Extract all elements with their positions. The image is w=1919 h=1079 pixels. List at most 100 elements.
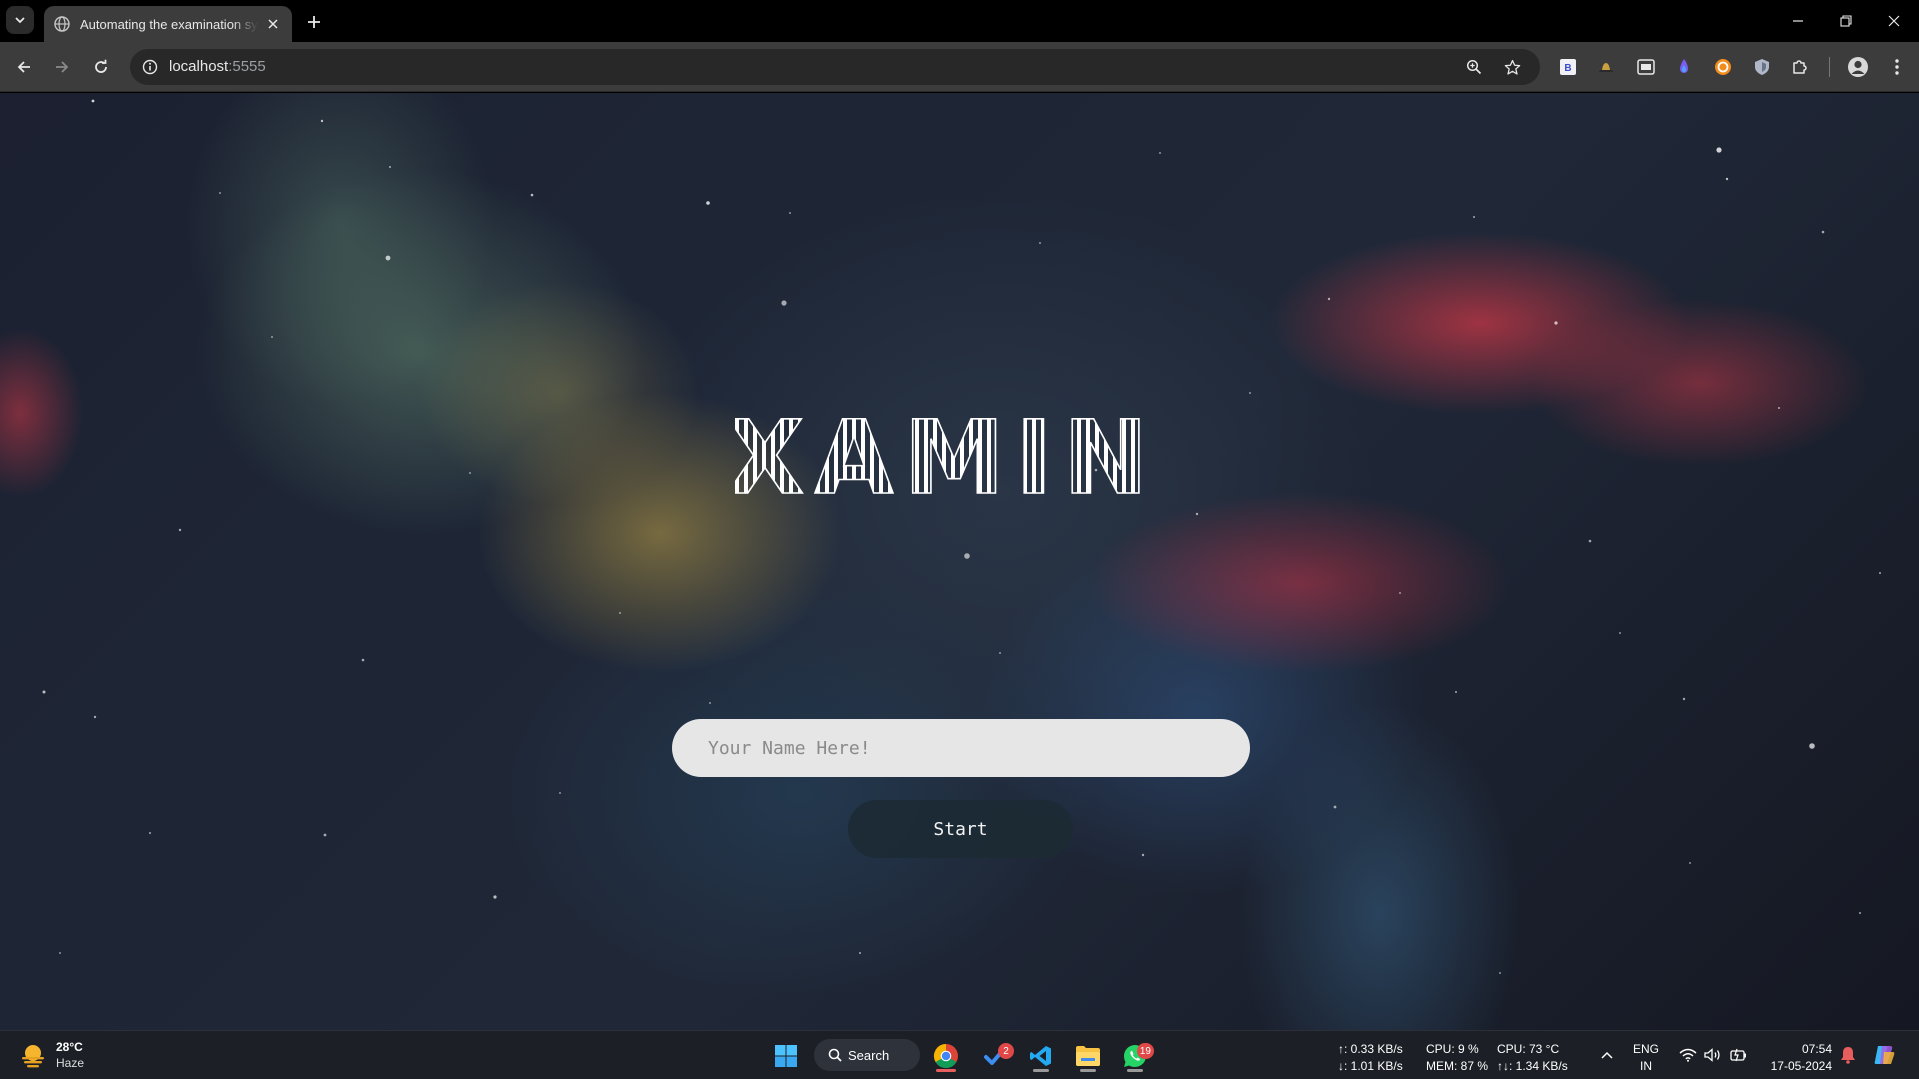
restore-icon [1840, 15, 1852, 27]
sun-haze-icon [22, 1045, 44, 1068]
weather-condition: Haze [56, 1056, 85, 1070]
browser-tab-active[interactable]: Automating the examination sy [44, 6, 292, 42]
memory-usage: MEM: 87 % [1426, 1059, 1489, 1073]
taskbar-search[interactable]: Search [814, 1039, 920, 1071]
copilot-icon [1874, 1046, 1895, 1064]
flame-icon [1680, 59, 1688, 73]
extension-b-button[interactable]: B [1556, 55, 1580, 79]
battery-charging-icon [1730, 1048, 1746, 1062]
weather-widget[interactable]: 28°C Haze [18, 1039, 84, 1071]
shield-icon [1755, 59, 1769, 75]
address-bar[interactable]: localhost:5555 [130, 49, 1540, 85]
toolbar-divider [1829, 57, 1830, 77]
taskbar-whatsapp[interactable]: 19 [1118, 1039, 1154, 1073]
speaker-icon [1704, 1048, 1720, 1062]
search-label: Search [848, 1047, 890, 1063]
restore-button[interactable] [1822, 0, 1870, 42]
url-port: :5555 [228, 58, 266, 75]
clock-date: 17-05-2024 [1770, 1059, 1832, 1073]
copilot-button[interactable] [1872, 1043, 1896, 1067]
notifications-button[interactable] [1836, 1043, 1860, 1067]
zoom-icon [1466, 59, 1482, 75]
running-indicator [1033, 1069, 1049, 1072]
active-indicator [936, 1069, 956, 1072]
extension-window-button[interactable] [1634, 55, 1658, 79]
extensions-button[interactable] [1788, 55, 1812, 79]
search-icon [828, 1048, 842, 1062]
orange-circle-icon [1715, 59, 1731, 75]
name-input[interactable] [672, 719, 1250, 777]
taskbar-chrome[interactable] [929, 1039, 963, 1073]
windows-logo-icon [775, 1045, 797, 1067]
zoom-button[interactable] [1462, 55, 1486, 79]
extension-b-icon: B [1560, 59, 1576, 75]
site-info-button[interactable] [138, 55, 162, 79]
bookmark-button[interactable] [1500, 55, 1524, 79]
weather-temperature: 28°C [56, 1040, 83, 1054]
wifi-status[interactable] [1676, 1043, 1700, 1067]
network-download: ↓: 1.01 KB/s [1338, 1059, 1403, 1073]
url-host: localhost [169, 58, 229, 75]
notification-badge: 19 [1136, 1043, 1154, 1059]
system-temp-widget: CPU: 73 °C ↑↓: 1.34 KB/s [1497, 1041, 1568, 1075]
plus-icon [308, 16, 320, 28]
network-speed-widget: ↑: 0.33 KB/s ↓: 1.01 KB/s [1338, 1041, 1403, 1075]
wifi-icon [1679, 1048, 1697, 1062]
running-indicator [1080, 1069, 1096, 1072]
chevron-down-icon [15, 17, 25, 24]
network-total: ↑↓: 1.34 KB/s [1497, 1059, 1568, 1073]
vscode-icon [1030, 1046, 1051, 1066]
minimize-button[interactable] [1774, 0, 1822, 42]
taskbar-vscode[interactable] [1024, 1039, 1058, 1073]
taskbar-file-explorer[interactable] [1071, 1039, 1105, 1073]
url-text: localhost:5555 [169, 58, 266, 75]
language-code: ENG [1633, 1042, 1660, 1056]
minimize-icon [1793, 20, 1803, 22]
starfield-background [42, 99, 1882, 974]
cpu-usage: CPU: 9 % [1426, 1042, 1479, 1056]
clock-widget[interactable]: 07:54 17-05-2024 [1762, 1041, 1832, 1075]
hat-icon [1599, 63, 1613, 72]
back-button[interactable] [10, 53, 38, 81]
tab-close-button[interactable] [264, 15, 282, 33]
start-button[interactable]: Start [848, 800, 1073, 858]
xamin-logo: XAMIN XAMIN [735, 413, 1150, 498]
taskbar-todo[interactable]: 2 [978, 1039, 1014, 1073]
notification-badge: 2 [998, 1043, 1014, 1059]
input-language-button[interactable]: ENG IN [1633, 1041, 1659, 1075]
arrow-right-icon [56, 61, 69, 73]
close-icon [268, 19, 278, 29]
start-menu-button[interactable] [769, 1039, 803, 1073]
clock-time: 07:54 [1801, 1042, 1832, 1056]
close-window-button[interactable] [1870, 0, 1918, 42]
browser-tab-strip: Automating the examination sy [0, 0, 1919, 42]
info-icon [142, 59, 158, 75]
avatar [1848, 57, 1868, 77]
kebab-menu-icon [1895, 59, 1899, 75]
extension-flame-button[interactable] [1672, 55, 1696, 79]
running-indicator [1127, 1069, 1143, 1072]
browser-menu-button[interactable] [1885, 55, 1909, 79]
show-hidden-icons-button[interactable] [1595, 1043, 1619, 1067]
profile-button[interactable] [1846, 55, 1870, 79]
puzzle-icon [1793, 60, 1807, 74]
volume-status[interactable] [1701, 1043, 1725, 1067]
forward-button[interactable] [48, 53, 76, 81]
page-background: XAMIN XAMIN Start [0, 93, 1919, 1030]
globe-icon [54, 16, 70, 32]
browser-toolbar: localhost:5555 B [0, 42, 1919, 92]
reload-button[interactable] [87, 53, 115, 81]
tab-search-button[interactable] [6, 6, 34, 34]
extension-hat-button[interactable] [1594, 55, 1618, 79]
network-upload: ↑: 0.33 KB/s [1338, 1042, 1403, 1056]
reload-icon [95, 59, 107, 73]
tab-title: Automating the examination sy [80, 16, 258, 32]
battery-status[interactable] [1726, 1043, 1750, 1067]
extension-orange-button[interactable] [1711, 55, 1735, 79]
svg-text:B: B [1564, 63, 1571, 74]
chrome-icon [933, 1044, 958, 1069]
new-tab-button[interactable] [300, 8, 328, 36]
star-icon [1504, 59, 1520, 75]
bell-icon [1841, 1047, 1855, 1064]
extension-shield-button[interactable] [1750, 55, 1774, 79]
